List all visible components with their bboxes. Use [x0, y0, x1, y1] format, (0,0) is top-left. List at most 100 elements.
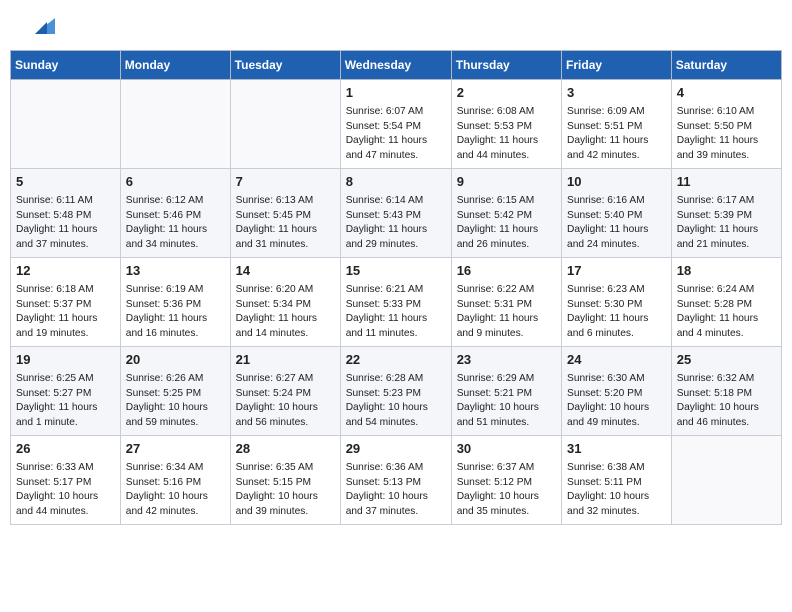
sunset-text: Sunset: 5:11 PM: [567, 477, 642, 488]
sunset-text: Sunset: 5:12 PM: [457, 477, 532, 488]
daylight-text: Daylight: 11 hours and 47 minutes.: [346, 135, 427, 161]
calendar-cell: 5Sunrise: 6:11 AMSunset: 5:48 PMDaylight…: [11, 168, 121, 257]
day-number: 10: [567, 173, 666, 192]
day-number: 29: [346, 440, 446, 459]
sunset-text: Sunset: 5:43 PM: [346, 210, 421, 221]
daylight-text: Daylight: 10 hours and 32 minutes.: [567, 491, 649, 517]
sunrise-text: Sunrise: 6:27 AM: [236, 373, 314, 384]
daylight-text: Daylight: 10 hours and 59 minutes.: [126, 402, 208, 428]
sunset-text: Sunset: 5:31 PM: [457, 299, 532, 310]
sunrise-text: Sunrise: 6:11 AM: [16, 195, 93, 206]
sunset-text: Sunset: 5:50 PM: [677, 121, 752, 132]
sunrise-text: Sunrise: 6:26 AM: [126, 373, 204, 384]
day-number: 19: [16, 351, 115, 370]
daylight-text: Daylight: 11 hours and 9 minutes.: [457, 313, 538, 339]
daylight-text: Daylight: 11 hours and 14 minutes.: [236, 313, 317, 339]
daylight-text: Daylight: 11 hours and 31 minutes.: [236, 224, 317, 250]
calendar-cell: 31Sunrise: 6:38 AMSunset: 5:11 PMDayligh…: [562, 435, 672, 524]
calendar-week-row: 1Sunrise: 6:07 AMSunset: 5:54 PMDaylight…: [11, 80, 782, 169]
logo-icon: [27, 14, 55, 42]
calendar-cell: 7Sunrise: 6:13 AMSunset: 5:45 PMDaylight…: [230, 168, 340, 257]
calendar-cell: 16Sunrise: 6:22 AMSunset: 5:31 PMDayligh…: [451, 257, 561, 346]
daylight-text: Daylight: 11 hours and 37 minutes.: [16, 224, 97, 250]
col-header-monday: Monday: [120, 51, 230, 80]
day-number: 22: [346, 351, 446, 370]
sunrise-text: Sunrise: 6:18 AM: [16, 284, 94, 295]
daylight-text: Daylight: 11 hours and 1 minute.: [16, 402, 97, 428]
calendar-week-row: 12Sunrise: 6:18 AMSunset: 5:37 PMDayligh…: [11, 257, 782, 346]
calendar-cell: 21 Sunrise: 6:27 AM Sunset: 5:24 PM Dayligh…: [230, 346, 340, 435]
sunset-text: Sunset: 5:45 PM: [236, 210, 311, 221]
sunset-text: Sunset: 5:24 PM: [236, 388, 311, 399]
day-number: 28: [236, 440, 335, 459]
calendar-cell: 9Sunrise: 6:15 AMSunset: 5:42 PMDaylight…: [451, 168, 561, 257]
calendar-cell: 23Sunrise: 6:29 AMSunset: 5:21 PMDayligh…: [451, 346, 561, 435]
calendar-cell: 14Sunrise: 6:20 AMSunset: 5:34 PMDayligh…: [230, 257, 340, 346]
daylight-text: Daylight: 11 hours and 21 minutes.: [677, 224, 758, 250]
sunset-text: Sunset: 5:21 PM: [457, 388, 532, 399]
page: SundayMondayTuesdayWednesdayThursdayFrid…: [0, 0, 792, 612]
day-number: 21: [236, 351, 335, 370]
day-number: 1: [346, 84, 446, 103]
calendar-cell: 24Sunrise: 6:30 AMSunset: 5:20 PMDayligh…: [562, 346, 672, 435]
sunset-text: Sunset: 5:34 PM: [236, 299, 311, 310]
sunset-text: Sunset: 5:17 PM: [16, 477, 91, 488]
day-number: 13: [126, 262, 225, 281]
sunrise-text: Sunrise: 6:17 AM: [677, 195, 755, 206]
sunrise-text: Sunrise: 6:36 AM: [346, 462, 424, 473]
col-header-sunday: Sunday: [11, 51, 121, 80]
sunset-text: Sunset: 5:33 PM: [346, 299, 421, 310]
calendar-cell: 13Sunrise: 6:19 AMSunset: 5:36 PMDayligh…: [120, 257, 230, 346]
daylight-text: Daylight: 11 hours and 16 minutes.: [126, 313, 207, 339]
sunrise-text: Sunrise: 6:20 AM: [236, 284, 314, 295]
day-number: 20: [126, 351, 225, 370]
daylight-text: Daylight: 10 hours and 49 minutes.: [567, 402, 649, 428]
daylight-text: Daylight: 11 hours and 29 minutes.: [346, 224, 427, 250]
sunrise-text: Sunrise: 6:21 AM: [346, 284, 424, 295]
calendar-cell: 12Sunrise: 6:18 AMSunset: 5:37 PMDayligh…: [11, 257, 121, 346]
calendar-cell: 28Sunrise: 6:35 AMSunset: 5:15 PMDayligh…: [230, 435, 340, 524]
day-number: 17: [567, 262, 666, 281]
calendar-cell: 11Sunrise: 6:17 AMSunset: 5:39 PMDayligh…: [671, 168, 781, 257]
calendar-cell: [671, 435, 781, 524]
daylight-text: Daylight: 10 hours and 35 minutes.: [457, 491, 539, 517]
sunset-text: Sunset: 5:18 PM: [677, 388, 752, 399]
daylight-text: Daylight: 10 hours and 46 minutes.: [677, 402, 759, 428]
sunset-text: Sunset: 5:13 PM: [346, 477, 421, 488]
col-header-wednesday: Wednesday: [340, 51, 451, 80]
col-header-friday: Friday: [562, 51, 672, 80]
sunset-text: Sunset: 5:36 PM: [126, 299, 201, 310]
day-number: 25: [677, 351, 776, 370]
calendar-cell: 19 Sunrise: 6:25 AM Sunset: 5:27 PM Dayligh…: [11, 346, 121, 435]
daylight-text: Daylight: 10 hours and 37 minutes.: [346, 491, 428, 517]
col-header-tuesday: Tuesday: [230, 51, 340, 80]
daylight-text: Daylight: 10 hours and 56 minutes.: [236, 402, 318, 428]
day-number: 24: [567, 351, 666, 370]
sunset-text: Sunset: 5:27 PM: [16, 388, 91, 399]
daylight-text: Daylight: 11 hours and 19 minutes.: [16, 313, 97, 339]
calendar-cell: 27Sunrise: 6:34 AMSunset: 5:16 PMDayligh…: [120, 435, 230, 524]
sunset-text: Sunset: 5:23 PM: [346, 388, 421, 399]
calendar-cell: [230, 80, 340, 169]
calendar-cell: 22Sunrise: 6:28 AMSunset: 5:23 PMDayligh…: [340, 346, 451, 435]
daylight-text: Daylight: 11 hours and 39 minutes.: [677, 135, 758, 161]
day-number: 4: [677, 84, 776, 103]
day-number: 15: [346, 262, 446, 281]
sunset-text: Sunset: 5:48 PM: [16, 210, 91, 221]
daylight-text: Daylight: 11 hours and 4 minutes.: [677, 313, 758, 339]
sunrise-text: Sunrise: 6:34 AM: [126, 462, 204, 473]
sunset-text: Sunset: 5:15 PM: [236, 477, 311, 488]
sunrise-text: Sunrise: 6:32 AM: [677, 373, 755, 384]
daylight-text: Daylight: 11 hours and 42 minutes.: [567, 135, 648, 161]
sunset-text: Sunset: 5:54 PM: [346, 121, 421, 132]
day-number: 26: [16, 440, 115, 459]
calendar-cell: 2Sunrise: 6:08 AMSunset: 5:53 PMDaylight…: [451, 80, 561, 169]
col-header-saturday: Saturday: [671, 51, 781, 80]
day-number: 23: [457, 351, 556, 370]
sunrise-text: Sunrise: 6:09 AM: [567, 106, 645, 117]
day-number: 27: [126, 440, 225, 459]
sunrise-text: Sunrise: 6:25 AM: [16, 373, 94, 384]
calendar-cell: 4Sunrise: 6:10 AMSunset: 5:50 PMDaylight…: [671, 80, 781, 169]
sunset-text: Sunset: 5:51 PM: [567, 121, 642, 132]
calendar-cell: 3Sunrise: 6:09 AMSunset: 5:51 PMDaylight…: [562, 80, 672, 169]
